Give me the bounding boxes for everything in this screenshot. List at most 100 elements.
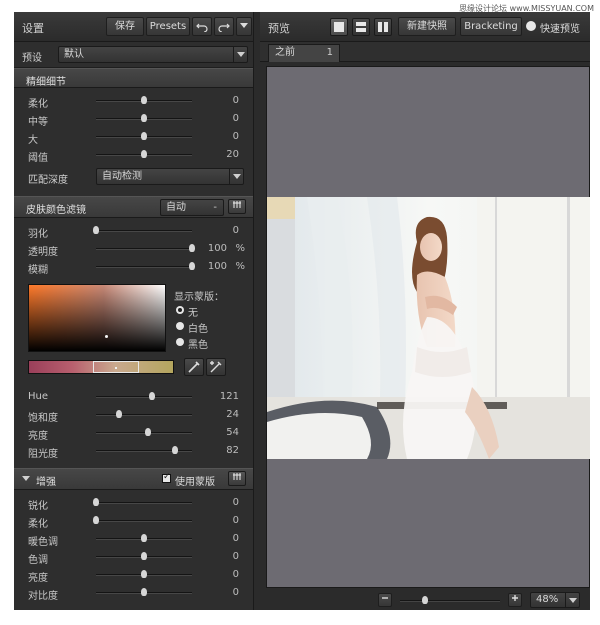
chevron-down-icon (240, 23, 248, 28)
preset-label: 预设 (22, 53, 42, 64)
slider-value: 0 (232, 113, 239, 124)
slider-track[interactable] (93, 498, 192, 506)
preview-toolbar: 预览 新建快照 Bracketing 快速预览 (260, 12, 590, 42)
enhance-toggle-button[interactable] (228, 471, 246, 486)
slider-row: 模糊 100 % (14, 258, 253, 276)
skin-filter-header[interactable]: 皮肤颜色滤镜 自动 - (14, 196, 253, 218)
slider-value: 0 (232, 131, 239, 142)
slider-label: 柔化 (28, 519, 48, 530)
zoom-slider-track[interactable] (400, 596, 500, 604)
split-vertical-button[interactable] (374, 18, 392, 36)
slider-label: 羽化 (28, 229, 48, 240)
slider-track[interactable] (96, 392, 192, 400)
depth-dropdown[interactable]: 自动检测 (96, 168, 244, 185)
undo-icon (196, 23, 208, 33)
chevron-down-icon (229, 169, 243, 184)
bracketing-button[interactable]: Bracketing (460, 17, 522, 36)
slider-label: 暖色调 (28, 537, 58, 548)
eyedropper-plus-button[interactable] (206, 358, 226, 376)
slider-track[interactable] (96, 534, 192, 542)
slider-track[interactable] (93, 226, 192, 234)
save-button[interactable]: 保存 (106, 17, 144, 36)
slider-track[interactable] (96, 262, 195, 270)
slider-handle[interactable] (144, 428, 151, 436)
hue-range-strip[interactable] (28, 360, 174, 374)
skin-filter-toggle-button[interactable] (228, 199, 246, 214)
fine-details-header[interactable]: 精细细节 (14, 68, 253, 88)
slider-track[interactable] (96, 150, 192, 158)
eyedropper-button[interactable] (184, 358, 204, 376)
plus-icon (512, 595, 518, 601)
slider-handle[interactable] (189, 262, 195, 270)
mask-option-none[interactable]: 无 (176, 304, 236, 319)
slider-track[interactable] (96, 552, 192, 560)
slider-track[interactable] (96, 446, 192, 454)
zoom-in-button[interactable] (508, 593, 522, 607)
slider-row: 大 0 (14, 128, 253, 146)
preset-dropdown[interactable]: 默认 (58, 46, 248, 63)
single-view-button[interactable] (330, 18, 348, 36)
minus-icon (382, 597, 388, 599)
toolbar-menu-button[interactable] (236, 17, 252, 36)
color-picker-cursor[interactable] (105, 335, 108, 338)
redo-button[interactable] (214, 17, 234, 36)
zoom-slider-handle[interactable] (422, 596, 428, 604)
slider-track[interactable] (96, 588, 192, 596)
slider-handle[interactable] (148, 392, 155, 400)
skin-mode-value: 自动 (166, 202, 186, 213)
slider-handle[interactable] (141, 150, 147, 158)
slider-handle[interactable] (141, 588, 147, 596)
mask-option-white[interactable]: 白色 (176, 320, 236, 335)
presets-button[interactable]: Presets (146, 17, 190, 36)
slider-value: 82 (226, 445, 239, 456)
slider-handle[interactable] (93, 498, 99, 506)
slider-track[interactable] (96, 96, 192, 104)
tab-label: 之前 (275, 47, 295, 58)
preview-panel: 预览 新建快照 Bracketing 快速预览 之前 1 48% (260, 12, 590, 610)
slider-track[interactable] (96, 428, 192, 436)
preview-canvas[interactable] (266, 66, 590, 588)
tab-before[interactable]: 之前 1 (268, 44, 340, 62)
color-picker-field[interactable] (28, 284, 166, 352)
radio-label: 白色 (188, 324, 208, 335)
slider-value: 0 (232, 225, 239, 236)
use-mask-checkbox[interactable] (162, 472, 171, 483)
quick-preview-radio[interactable] (526, 21, 536, 31)
slider-track[interactable] (96, 114, 192, 122)
skin-mode-dropdown[interactable]: 自动 - (160, 199, 224, 216)
zoom-dropdown[interactable]: 48% (530, 592, 580, 608)
slider-unit: % (235, 261, 245, 272)
enhance-header[interactable]: 增强 使用蒙版 (14, 468, 253, 490)
slider-label: 阈值 (28, 153, 48, 164)
slider-handle[interactable] (141, 132, 147, 140)
slider-handle[interactable] (171, 446, 178, 454)
fine-details-title: 精细细节 (26, 77, 66, 88)
slider-handle[interactable] (141, 114, 147, 122)
slider-track[interactable] (96, 570, 192, 578)
split-vertical-icon-right (384, 22, 388, 32)
slider-handle[interactable] (93, 516, 99, 524)
slider-label: 模糊 (28, 265, 48, 276)
chevron-down-icon (233, 47, 247, 62)
slider-label: 亮度 (28, 431, 48, 442)
slider-track[interactable] (96, 410, 192, 418)
mask-option-black[interactable]: 黑色 (176, 336, 236, 351)
slider-row: 柔化 0 (14, 92, 253, 110)
split-horizontal-icon-bottom (356, 28, 366, 32)
slider-handle[interactable] (189, 244, 195, 252)
slider-track[interactable] (96, 132, 192, 140)
slider-handle[interactable] (93, 226, 99, 234)
slider-track[interactable] (93, 516, 192, 524)
slider-handle[interactable] (141, 570, 147, 578)
new-snapshot-button[interactable]: 新建快照 (398, 17, 456, 36)
slider-track[interactable] (96, 244, 195, 252)
slider-handle[interactable] (141, 552, 147, 560)
slider-handle[interactable] (141, 534, 147, 542)
undo-button[interactable] (192, 17, 212, 36)
slider-handle[interactable] (116, 410, 123, 418)
zoom-out-button[interactable] (378, 593, 392, 607)
hue-range-selector[interactable] (93, 361, 139, 373)
split-horizontal-button[interactable] (352, 18, 370, 36)
photo-image (267, 197, 590, 459)
slider-handle[interactable] (141, 96, 147, 104)
